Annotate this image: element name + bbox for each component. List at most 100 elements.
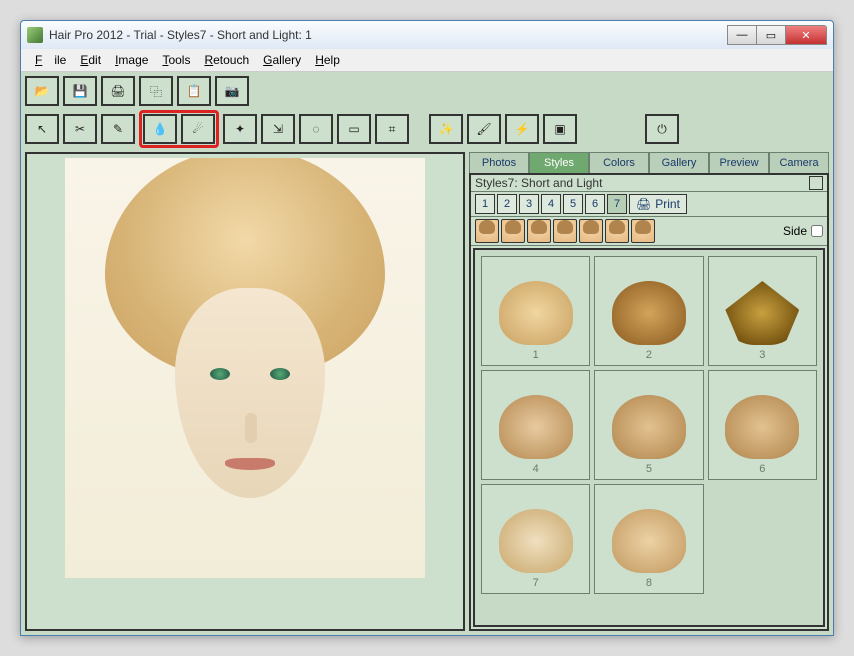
app-window: Hair Pro 2012 - Trial - Styles7 - Short …: [20, 20, 834, 636]
minimize-button[interactable]: —: [727, 25, 757, 45]
avatar-4[interactable]: [553, 219, 577, 243]
print-button[interactable]: 🖨: [101, 76, 135, 106]
style-cell-2[interactable]: 2: [594, 256, 703, 366]
maximize-button[interactable]: ▭: [756, 25, 786, 45]
crop-icon: ⌗: [389, 122, 396, 137]
panel-expand-button[interactable]: [809, 176, 823, 190]
panel-subheader: Styles7: Short and Light: [471, 175, 827, 192]
marquee-tool[interactable]: ▭: [337, 114, 371, 144]
menu-edit[interactable]: Edit: [74, 51, 107, 69]
canvas-area[interactable]: [25, 152, 465, 631]
avatar-1[interactable]: [475, 219, 499, 243]
menu-retouch[interactable]: Retouch: [198, 51, 255, 69]
mouth: [225, 458, 275, 470]
trim-tool[interactable]: ⇲: [261, 114, 295, 144]
style-cell-4[interactable]: 4: [481, 370, 590, 480]
menu-help[interactable]: Help: [309, 51, 346, 69]
page-3[interactable]: 3: [519, 194, 539, 214]
smudge-tool[interactable]: ☄: [181, 114, 215, 144]
side-checkbox-label: Side: [783, 224, 823, 238]
brush-tool[interactable]: 🖌: [467, 114, 501, 144]
hair-thumb-icon: [499, 509, 573, 573]
avatar-3[interactable]: [527, 219, 551, 243]
page-7[interactable]: 7: [607, 194, 627, 214]
sparkle-icon: ✦: [235, 122, 245, 136]
copy-icon: ⿻: [150, 83, 162, 100]
power-tool[interactable]: ⏻: [645, 114, 679, 144]
avatar-6[interactable]: [605, 219, 629, 243]
lasso-tool[interactable]: ◌: [299, 114, 333, 144]
hair-thumb-icon: [499, 395, 573, 459]
folder-open-icon: 📂: [35, 84, 50, 98]
avatar-row: Side: [471, 217, 827, 246]
camera-icon: 📷: [225, 84, 240, 98]
menubar: File Edit Image Tools Retouch Gallery He…: [21, 49, 833, 72]
hair-thumb-icon: [612, 509, 686, 573]
tape-tool[interactable]: ▣: [543, 114, 577, 144]
lasso-icon: ◌: [312, 122, 319, 136]
save-icon: 💾: [73, 84, 88, 98]
open-button[interactable]: 📂: [25, 76, 59, 106]
page-4[interactable]: 4: [541, 194, 561, 214]
printer-icon: 🖨: [636, 197, 651, 211]
camera-button[interactable]: 📷: [215, 76, 249, 106]
crop-tool[interactable]: ⌗: [375, 114, 409, 144]
tab-gallery[interactable]: Gallery: [649, 152, 709, 173]
eyedropper-tool[interactable]: ✎: [101, 114, 135, 144]
paste-button[interactable]: 📋: [177, 76, 211, 106]
window-title: Hair Pro 2012 - Trial - Styles7 - Short …: [49, 28, 727, 42]
page-2[interactable]: 2: [497, 194, 517, 214]
style-cell-3[interactable]: 3: [708, 256, 817, 366]
lightning-icon: ⚡: [515, 122, 530, 136]
workspace: Photos Styles Colors Gallery Preview Cam…: [25, 152, 829, 631]
eye-left: [210, 368, 230, 380]
cut-tool[interactable]: ✂: [63, 114, 97, 144]
paste-icon: 📋: [187, 84, 202, 98]
menu-image[interactable]: Image: [109, 51, 154, 69]
style-cell-1[interactable]: 1: [481, 256, 590, 366]
menu-tools[interactable]: Tools: [156, 51, 196, 69]
avatar-2[interactable]: [501, 219, 525, 243]
page-row: 1 2 3 4 5 6 7 🖨Print: [471, 192, 827, 217]
styles-grid: 1 2 3 4 5 6 7 8: [473, 248, 825, 627]
hair-thumb-icon: [612, 281, 686, 345]
wand-tool[interactable]: ✨: [429, 114, 463, 144]
marquee-icon: ▭: [348, 122, 359, 136]
trim-icon: ⇲: [273, 122, 283, 136]
tab-styles[interactable]: Styles: [529, 152, 589, 173]
print-icon: 🖨: [110, 84, 125, 98]
eye-right: [270, 368, 290, 380]
effects-tool[interactable]: ✦: [223, 114, 257, 144]
side-checkbox[interactable]: [811, 225, 823, 237]
blur-tool[interactable]: 💧: [143, 114, 177, 144]
titlebar[interactable]: Hair Pro 2012 - Trial - Styles7 - Short …: [21, 21, 833, 49]
style-cell-8[interactable]: 8: [594, 484, 703, 594]
lightning-tool[interactable]: ⚡: [505, 114, 539, 144]
tab-preview[interactable]: Preview: [709, 152, 769, 173]
side-tabs: Photos Styles Colors Gallery Preview Cam…: [469, 152, 829, 173]
menu-file[interactable]: File: [29, 51, 72, 69]
tab-colors[interactable]: Colors: [589, 152, 649, 173]
page-5[interactable]: 5: [563, 194, 583, 214]
menu-gallery[interactable]: Gallery: [257, 51, 307, 69]
avatar-5[interactable]: [579, 219, 603, 243]
main-toolbar: 📂 💾 🖨 ⿻ 📋 📷: [25, 76, 829, 106]
smudge-icon: ☄: [193, 122, 204, 136]
style-cell-7[interactable]: 7: [481, 484, 590, 594]
save-button[interactable]: 💾: [63, 76, 97, 106]
tab-camera[interactable]: Camera: [769, 152, 829, 173]
copy-button[interactable]: ⿻: [139, 76, 173, 106]
close-button[interactable]: ✕: [785, 25, 827, 45]
eyedropper-icon: ✎: [113, 122, 123, 136]
side-panel: Photos Styles Colors Gallery Preview Cam…: [469, 152, 829, 631]
page-1[interactable]: 1: [475, 194, 495, 214]
pointer-tool[interactable]: ↖: [25, 114, 59, 144]
tool-toolbar: ↖ ✂ ✎ 💧 ☄ ✦ ⇲ ◌ ▭ ⌗ ✨ 🖌 ⚡ ▣ ⏻: [25, 110, 829, 148]
style-cell-6[interactable]: 6: [708, 370, 817, 480]
print-styles-button[interactable]: 🖨Print: [629, 194, 687, 214]
tab-photos[interactable]: Photos: [469, 152, 529, 173]
avatar-7[interactable]: [631, 219, 655, 243]
page-6[interactable]: 6: [585, 194, 605, 214]
hair-thumb-icon: [725, 395, 799, 459]
style-cell-5[interactable]: 5: [594, 370, 703, 480]
